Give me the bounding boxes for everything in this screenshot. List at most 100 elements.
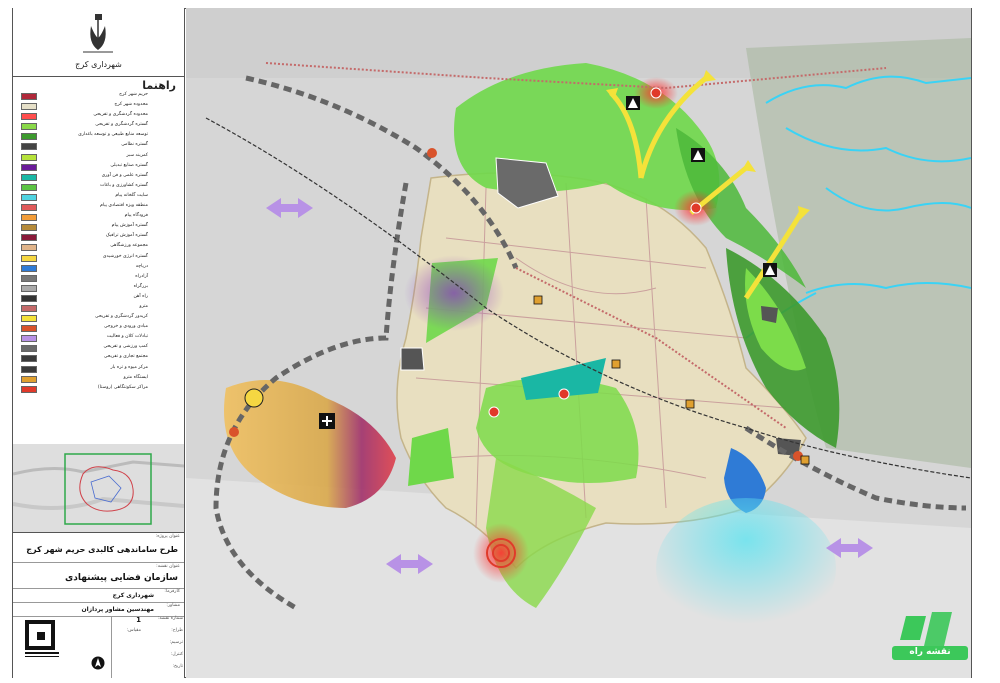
city-hall-title: شهرداری کرج xyxy=(75,60,122,69)
sheet-number: 1 xyxy=(136,616,141,624)
legend-item: دریاچه xyxy=(13,264,184,274)
legend: راهنما حریم شهر کرج محدوده شهر کرج محدوده … xyxy=(13,76,184,445)
checker-label: کنترل: xyxy=(170,652,183,657)
legend-label: کریدور گردشگری و تفریحی xyxy=(95,314,148,320)
legend-swatch xyxy=(21,284,37,292)
legend-item: بزرگراه xyxy=(13,284,184,294)
legend-swatch xyxy=(21,375,37,383)
legend-item: مرکز میوه و تره بار xyxy=(13,365,184,375)
legend-label: تبادلات کلان و فعالیت xyxy=(106,334,148,340)
karaj-emblem-icon xyxy=(83,14,113,53)
legend-swatch xyxy=(21,335,37,343)
legend-item: گستره صنایع تبدیلی xyxy=(13,163,184,173)
legend-label: کمپ ورزشی و تفریحی xyxy=(103,344,149,350)
watermark-text: نقشه راه xyxy=(909,647,951,657)
legend-label: گستره آموزش پیام xyxy=(111,223,148,229)
industrial-zone xyxy=(404,255,504,331)
legend-swatch xyxy=(21,163,37,171)
sheet-number-label: شماره نقشه: xyxy=(157,616,183,621)
legend-item: آزادراه xyxy=(13,274,184,284)
legend-item: توسعه منابع طبیعی و توسعه باغداری xyxy=(13,132,184,142)
master-plan-map xyxy=(186,8,971,678)
legend-label: گستره علمی و فن آوری xyxy=(101,172,148,178)
drafter-label: ترسیم: xyxy=(169,640,183,645)
legend-swatch xyxy=(21,385,37,393)
solar-energy-icon xyxy=(244,388,264,408)
consultant-label: مشاور: xyxy=(166,603,180,608)
legend-item: راه آهن xyxy=(13,294,184,304)
legend-swatch xyxy=(21,204,37,212)
legend-swatch xyxy=(21,315,37,323)
legend-item: مجتمع تجاری و تفریحی xyxy=(13,354,184,364)
legend-item: گستره گردشگری و تفریحی xyxy=(13,122,184,132)
legend-item: گستره آموزش پیام xyxy=(13,223,184,233)
legend-label: محدوده گردشگری و تفریحی xyxy=(93,112,148,118)
legend-swatch xyxy=(21,193,37,201)
legend-item: مترو xyxy=(13,304,184,314)
legend-label: بزرگراه xyxy=(133,283,148,289)
legend-label: گستره کشاورزی و باغات xyxy=(100,182,148,188)
map-title: سازمان فضایی پیشنهادی xyxy=(64,573,178,583)
legend-swatch xyxy=(21,254,37,262)
legend-label: گستره گردشگری و تفریحی xyxy=(95,122,148,128)
legend-item: محدوده گردشگری و تفریحی xyxy=(13,112,184,122)
legend-swatch xyxy=(21,153,37,161)
legend-label: مجتمع تجاری و تفریحی xyxy=(103,354,148,360)
legend-label: توسعه منابع طبیعی و توسعه باغداری xyxy=(78,132,148,138)
legend-item: مبادی ورودی و خروجی xyxy=(13,324,184,334)
legend-label: کمربند سبز xyxy=(126,152,148,158)
legend-item: مراکز سکونتگاهی (روستا) xyxy=(13,385,184,395)
legend-swatch xyxy=(21,355,37,363)
legend-swatch xyxy=(21,133,37,141)
legend-item: مجموعه ورزشگاهی xyxy=(13,243,184,253)
legend-swatch xyxy=(21,294,37,302)
legend-item: حریم شهر کرج xyxy=(13,92,184,102)
watermark-logo: نقشه راه xyxy=(886,606,972,664)
employer: شهرداری کرج xyxy=(112,592,154,599)
legend-label: گستره صنایع تبدیلی xyxy=(110,162,148,168)
legend-swatch xyxy=(21,264,37,272)
consultant-logo-icon xyxy=(25,620,59,657)
legend-label: مترو xyxy=(139,303,148,309)
legend-label: دریاچه xyxy=(135,263,148,269)
legend-swatch xyxy=(21,143,37,151)
legend-swatch xyxy=(21,173,37,181)
legend-item: گستره آموزش ترافیک xyxy=(13,233,184,243)
legend-item: کریدور گردشگری و تفریحی xyxy=(13,314,184,324)
scale-label: مقیاس: xyxy=(126,628,141,633)
legend-item: گستره علمی و فن آوری xyxy=(13,173,184,183)
date-label: تاریخ: xyxy=(172,664,183,669)
legend-swatch xyxy=(21,274,37,282)
legend-label: ایستگاه مترو xyxy=(123,374,148,380)
legend-label: فرودگاه پیام xyxy=(124,213,148,219)
employer-label: کارفرما: xyxy=(164,589,180,594)
legend-item: منطقه ویژه اقتصادی پیام xyxy=(13,203,184,213)
legend-list: حریم شهر کرج محدوده شهر کرج محدوده گردشگری… xyxy=(13,92,184,395)
legend-item: گستره انرژی خورشیدی xyxy=(13,254,184,264)
legend-swatch xyxy=(21,103,37,111)
legend-swatch xyxy=(21,123,37,131)
map-title-label: عنوان نقشه: xyxy=(156,564,180,569)
legend-swatch xyxy=(21,214,37,222)
legend-item: ایستگاه مترو xyxy=(13,375,184,385)
legend-label: مجموعه ورزشگاهی xyxy=(110,243,148,249)
legend-item: محدوده شهر کرج xyxy=(13,102,184,112)
legend-swatch xyxy=(21,234,37,242)
legend-label: محدوده شهر کرج xyxy=(114,102,148,108)
legend-label: حریم شهر کرج xyxy=(119,92,148,97)
location-inset-map xyxy=(13,444,184,533)
legend-swatch xyxy=(21,365,37,373)
side-panel: شهرداری کرج راهنما حریم شهر کرج محدوده شه… xyxy=(13,8,185,678)
legend-label: راه آهن xyxy=(133,293,148,299)
legend-swatch xyxy=(21,93,37,100)
project-title: طرح ساماندهی کالبدی حریم شهر کرج xyxy=(26,545,178,554)
legend-item: گستره کشاورزی و باغات xyxy=(13,183,184,193)
consultant: مهندسین مشاور پردازان xyxy=(81,606,154,613)
legend-label: مراکز سکونتگاهی (روستا) xyxy=(97,384,148,390)
legend-heading: راهنما xyxy=(142,79,176,92)
legend-swatch xyxy=(21,345,37,353)
legend-swatch xyxy=(21,113,37,121)
project-label: عنوان پروژه: xyxy=(155,534,180,539)
title-block: عنوان پروژه: طرح ساماندهی کالبدی حریم شه… xyxy=(13,532,184,678)
legend-item: کمربند سبز xyxy=(13,153,184,163)
